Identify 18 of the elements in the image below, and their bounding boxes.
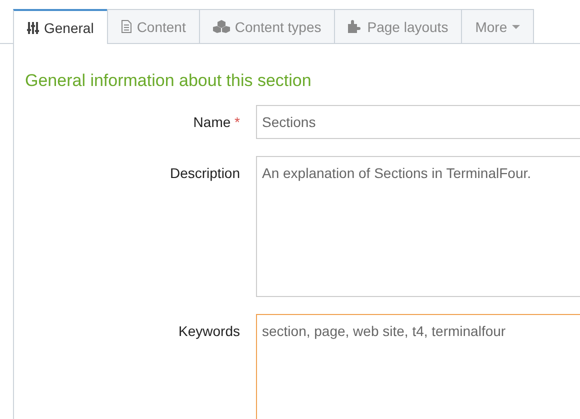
tab[interactable]: Page layouts — [334, 9, 462, 43]
text-area[interactable]: section, page, web site, t4, terminalfour — [256, 314, 580, 419]
sliders-icon — [27, 22, 39, 34]
field-label: Name * — [192, 113, 240, 132]
document-icon — [120, 20, 132, 33]
cubes-icon — [212, 20, 230, 33]
tab[interactable]: Content — [106, 9, 200, 43]
required-mark: * — [234, 114, 240, 130]
tab[interactable]: Content types — [198, 9, 336, 43]
field-label: Keywords — [178, 322, 240, 341]
text-area[interactable]: An explanation of Sections in TerminalFour. — [256, 156, 580, 297]
tab[interactable]: More — [461, 9, 534, 43]
puzzle-icon — [348, 20, 362, 33]
field-label: Description — [168, 164, 240, 183]
tab[interactable]: General — [13, 9, 108, 44]
caret-icon — [512, 24, 520, 28]
section-title: General information about this section — [25, 71, 312, 91]
text-field[interactable]: Sections — [256, 105, 580, 139]
